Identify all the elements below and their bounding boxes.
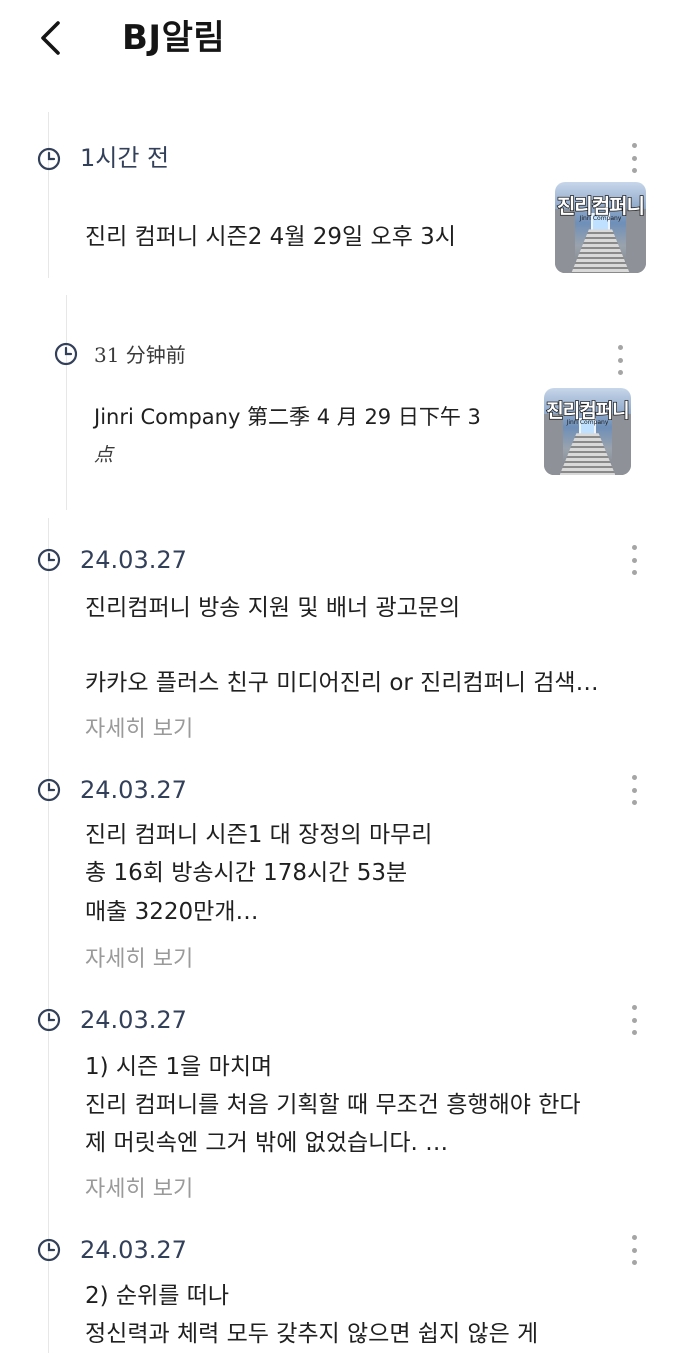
back-button[interactable] [30,14,70,62]
notification-message-line: Jinri Company 第二季 4 月 29 日下午 3 [94,405,481,429]
more-vertical-icon [631,775,637,780]
see-more-link[interactable]: 자세히 보기 [85,945,193,975]
notification-message-line: 1) 시즌 1을 마치며 [85,1054,273,1080]
notification-time: 24.03.27 [80,1006,187,1034]
notification-time: 24.03.27 [80,546,187,574]
notification-message-line: 정신력과 체력 모두 갖추지 않으면 쉽지 않은 게 [85,1321,539,1347]
notification-message-line: 총 16회 방송시간 178시간 53분 [85,860,408,886]
notification-message-line: 点 [94,444,114,466]
app-header: BJ알림 [0,0,684,80]
notification-thumbnail[interactable]: 진리컴퍼니 Jinri Company [555,182,646,273]
more-options-button[interactable] [628,775,640,805]
clock-icon [37,1008,61,1032]
page-title: BJ알림 [122,18,226,58]
clock-icon [37,548,61,572]
notification-message-line: 진리컴퍼니 방송 지원 및 배너 광고문의 [85,595,461,621]
notification-message: 진리 컴퍼니 시즌2 4월 29일 오후 3시 [85,224,456,250]
notification-time: 24.03.27 [80,776,187,804]
more-options-button[interactable] [628,1005,640,1035]
notification-thumbnail[interactable]: 진리컴퍼니 Jinri Company [544,388,631,475]
clock-icon [37,147,61,171]
thumbnail-logo-text: 진리컴퍼니 [556,193,646,218]
notification-message-line: 진리 컴퍼니를 처음 기획할 때 무조건 흥행해야 한다 [85,1092,581,1118]
timeline-line [48,518,49,1353]
notification-message-line: 제 머릿속엔 그거 밖에 없었습니다. … [85,1130,449,1156]
timeline-line [66,295,67,510]
clock-icon [54,342,78,366]
notification-time: 24.03.27 [80,1236,187,1264]
thumbnail-sub-text: Jinri Company [566,419,609,427]
more-options-button[interactable] [614,345,626,375]
notification-time: 31 分钟前 [94,343,186,367]
timeline-line [48,112,49,278]
see-more-link[interactable]: 자세히 보기 [85,715,193,745]
more-options-button[interactable] [628,1235,640,1265]
notification-time: 1시간 전 [80,144,170,172]
notification-message-line: 카카오 플러스 친구 미디어진리 or 진리컴퍼니 검색… [85,670,599,696]
chevron-left-icon [41,21,60,55]
more-vertical-icon [631,143,637,148]
more-vertical-icon [631,1235,637,1240]
more-options-button[interactable] [628,545,640,575]
notification-message-line: 매출 3220만개… [85,899,259,925]
clock-icon [37,1238,61,1262]
see-more-link[interactable]: 자세히 보기 [85,1175,193,1205]
more-options-button[interactable] [628,143,640,173]
more-vertical-icon [631,1005,637,1010]
clock-icon [37,778,61,802]
notification-message-line: 2) 순위를 떠나 [85,1283,230,1309]
notification-message-line: 진리 컴퍼니 시즌1 대 장정의 마무리 [85,822,433,848]
more-vertical-icon [631,545,637,550]
thumbnail-sub-text: Jinri Company [579,214,622,222]
more-vertical-icon [617,345,623,350]
